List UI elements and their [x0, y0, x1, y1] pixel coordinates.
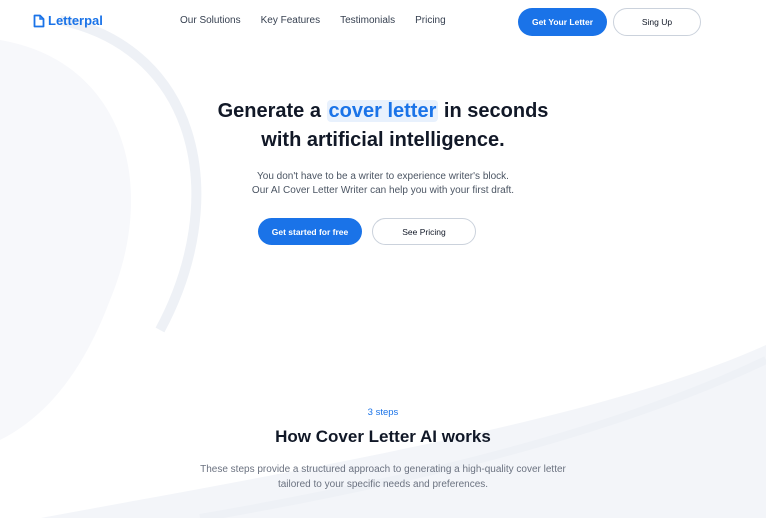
brand-logo[interactable]: Letterpal: [33, 13, 103, 28]
letter-icon: [33, 14, 45, 27]
nav-links: Our Solutions Key Features Testimonials …: [180, 15, 446, 26]
sign-up-button[interactable]: Sing Up: [613, 8, 701, 36]
nav-link-testimonials[interactable]: Testimonials: [340, 15, 395, 26]
steps-description-line1: These steps provide a structured approac…: [200, 464, 566, 475]
hero-title: Generate a cover letter in seconds with …: [0, 97, 766, 155]
get-started-button[interactable]: Get started for free: [258, 218, 362, 245]
nav-link-our-solutions[interactable]: Our Solutions: [180, 15, 241, 26]
nav-link-pricing[interactable]: Pricing: [415, 15, 446, 26]
nav-link-key-features[interactable]: Key Features: [261, 15, 320, 26]
hero-subtitle-line1: You don't have to be a writer to experie…: [257, 171, 509, 182]
top-navigation: Letterpal Our Solutions Key Features Tes…: [0, 0, 766, 44]
hero-subtitle: You don't have to be a writer to experie…: [0, 170, 766, 198]
steps-description: These steps provide a structured approac…: [0, 462, 766, 492]
steps-label: 3 steps: [367, 407, 399, 418]
get-your-letter-button[interactable]: Get Your Letter: [518, 8, 607, 36]
hero-title-line2: with artificial intelligence.: [261, 129, 505, 151]
hero-subtitle-line2: Our AI Cover Letter Writer can help you …: [251, 185, 515, 196]
steps-description-line2: tailored to your specific needs and pref…: [277, 479, 489, 490]
hero-title-prefix: Generate a: [217, 100, 327, 122]
steps-title: How Cover Letter AI works: [275, 427, 491, 446]
brand-name: Letterpal: [48, 13, 103, 28]
hero-title-suffix: in seconds: [438, 100, 549, 122]
see-pricing-button[interactable]: See Pricing: [372, 218, 476, 245]
hero-title-highlight: cover letter: [326, 100, 439, 122]
